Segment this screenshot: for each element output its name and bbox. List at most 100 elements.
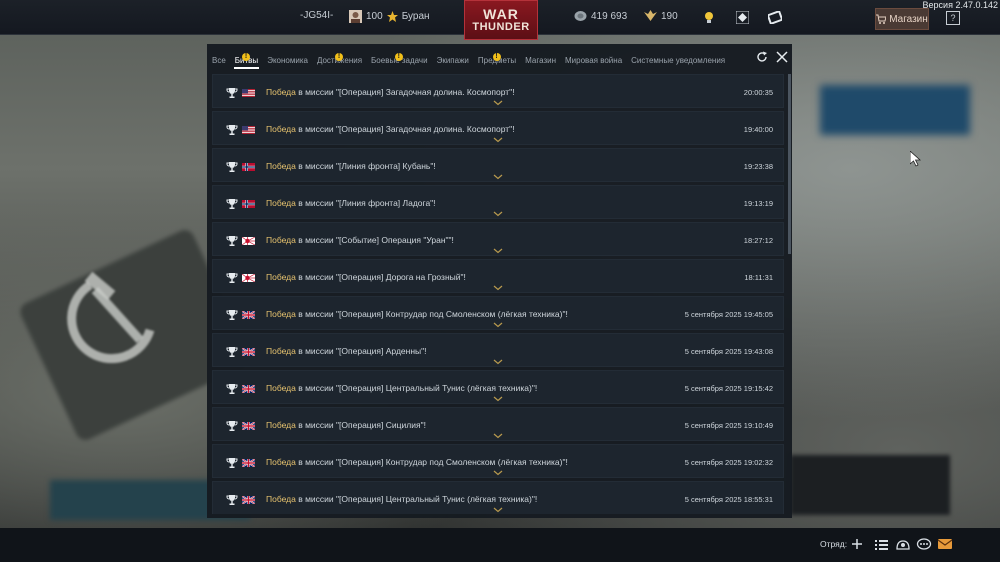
flag-usa-icon	[242, 126, 255, 134]
cart-icon	[876, 14, 887, 24]
chevron-down-icon[interactable]	[493, 322, 503, 328]
notification-text: Победа в миссии "[Событие] Операция "Ура…	[266, 235, 454, 245]
trophy-icon	[226, 347, 238, 357]
chevron-down-icon[interactable]	[493, 359, 503, 365]
silver-lions[interactable]: 419 693	[574, 10, 627, 22]
victory-label: Победа	[266, 457, 296, 467]
squad-label: Отряд:	[820, 539, 848, 549]
victory-label: Победа	[266, 309, 296, 319]
golden-eagle-icon	[386, 11, 398, 22]
notification-time: 19:13:19	[743, 199, 773, 208]
mission-text: в миссии "[Операция] Загадочная долина. …	[295, 87, 515, 97]
victory-label: Победа	[266, 383, 296, 393]
chevron-down-icon[interactable]	[493, 507, 503, 513]
notification-time: 5 сентября 2025 19:43:08	[684, 347, 773, 356]
mission-text: в миссии "[Операция] Контрудар под Смоле…	[295, 457, 568, 467]
chevron-down-icon[interactable]	[493, 174, 503, 180]
rp-wings-icon	[644, 10, 657, 21]
flag-japan-icon	[242, 274, 255, 282]
tab-crews[interactable]: Экипажи	[432, 56, 473, 70]
notification-row[interactable]: Победа в миссии "[Операция] Дорога на Гр…	[212, 259, 784, 293]
contacts-icon[interactable]	[895, 537, 911, 551]
victory-label: Победа	[266, 198, 296, 208]
flag-uk-icon	[242, 348, 255, 356]
bottom-bar: Отряд:	[0, 528, 1000, 562]
flag-norway-icon	[242, 163, 255, 171]
rp-count: 190	[661, 10, 678, 22]
notification-row[interactable]: Победа в миссии "[Операция] Контрудар по…	[212, 296, 784, 330]
chat-icon[interactable]	[916, 537, 932, 551]
notification-text: Победа в миссии "[Операция] Загадочная д…	[266, 124, 515, 134]
victory-label: Победа	[266, 420, 296, 430]
ticket-icon[interactable]	[768, 11, 782, 24]
notification-row[interactable]: Победа в миссии "[Событие] Операция "Ура…	[212, 222, 784, 256]
tab-achievements[interactable]: !Достижения	[312, 53, 366, 70]
mail-icon[interactable]	[937, 537, 953, 551]
notification-row[interactable]: Победа в миссии "[Операция] Центральный …	[212, 370, 784, 404]
notification-text: Победа в миссии "[Операция] Центральный …	[266, 494, 537, 504]
flag-uk-icon	[242, 496, 255, 504]
logo-war: WAR	[483, 5, 519, 22]
notification-time: 5 сентября 2025 18:55:31	[684, 495, 773, 504]
close-icon[interactable]	[775, 50, 789, 64]
chevron-down-icon[interactable]	[493, 470, 503, 476]
tab-items[interactable]: !Предметы	[473, 53, 520, 70]
notification-row[interactable]: Победа в миссии "[Операция] Центральный …	[212, 481, 784, 514]
notification-text: Победа в миссии "[Операция] Центральный …	[266, 383, 537, 393]
victory-label: Победа	[266, 161, 296, 171]
flag-usa-icon	[242, 89, 255, 97]
tab-battles[interactable]: !Битвы	[230, 53, 262, 70]
help-button[interactable]: ?	[946, 11, 960, 25]
add-squad-icon[interactable]	[849, 537, 865, 551]
tab-world-war[interactable]: Мировая война	[560, 56, 626, 70]
diamond-icon[interactable]	[736, 11, 749, 24]
tabs-bar: Все !Битвы Экономика !Достижения !Боевые…	[207, 44, 792, 70]
mission-text: в миссии "[Операция] Арденны"!	[295, 346, 427, 356]
notification-row[interactable]: Победа в миссии "[Операция] Контрудар по…	[212, 444, 784, 478]
tab-shop[interactable]: Магазин	[520, 56, 560, 70]
mission-text: в миссии "[Операция] Сицилия"!	[295, 420, 426, 430]
chevron-down-icon[interactable]	[493, 211, 503, 217]
shop-button[interactable]: Магазин	[875, 8, 929, 30]
chevron-down-icon[interactable]	[493, 100, 503, 106]
refresh-icon[interactable]	[755, 50, 769, 64]
trophy-icon	[226, 236, 238, 246]
chevron-down-icon[interactable]	[493, 137, 503, 143]
notification-row[interactable]: Победа в миссии "[Операция] Загадочная д…	[212, 74, 784, 108]
shop-label: Магазин	[889, 13, 928, 25]
notification-time: 19:40:00	[743, 125, 773, 134]
tab-all-label: Все	[212, 56, 226, 65]
tab-system-notifications[interactable]: Системные уведомления	[626, 56, 729, 70]
alert-badge: !	[241, 53, 250, 61]
chevron-down-icon[interactable]	[493, 433, 503, 439]
flag-uk-icon	[242, 311, 255, 319]
flag-uk-icon	[242, 422, 255, 430]
top-bar: -JG54I- 100 Буран WAR THUNDER 419 693 19…	[0, 0, 1000, 40]
lightbulb-icon[interactable]	[704, 11, 714, 24]
mission-text: в миссии "[Операция] Центральный Тунис (…	[295, 494, 538, 504]
player-tag[interactable]: -JG54I-	[300, 10, 333, 21]
silver-lions-icon	[574, 11, 587, 21]
tab-all[interactable]: Все	[207, 56, 230, 70]
notifications-panel: Все !Битвы Экономика !Достижения !Боевые…	[207, 44, 792, 518]
notification-row[interactable]: Победа в миссии "[Линия фронта] Ладога"!…	[212, 185, 784, 219]
flag-uk-icon	[242, 459, 255, 467]
tab-battle-tasks[interactable]: ! Боевые задачи	[366, 53, 432, 70]
notification-row[interactable]: Победа в миссии "[Операция] Арденны"! 5 с…	[212, 333, 784, 367]
profile-area[interactable]: 100 Буран	[349, 10, 430, 23]
notification-time: 5 сентября 2025 19:02:32	[684, 458, 773, 467]
flag-japan-icon	[242, 237, 255, 245]
list-icon[interactable]	[873, 537, 889, 551]
research-points[interactable]: 190	[644, 10, 678, 22]
chevron-down-icon[interactable]	[493, 396, 503, 402]
chevron-down-icon[interactable]	[493, 285, 503, 291]
tab-shop-label: Магазин	[525, 56, 556, 65]
chevron-down-icon[interactable]	[493, 248, 503, 254]
notification-row[interactable]: Победа в миссии "[Операция] Загадочная д…	[212, 111, 784, 145]
tab-economy[interactable]: Экономика	[262, 56, 312, 70]
victory-label: Победа	[266, 124, 296, 134]
scrollbar[interactable]	[788, 74, 791, 254]
notification-row[interactable]: Победа в миссии "[Операция] Сицилия"! 5 с…	[212, 407, 784, 441]
notification-row[interactable]: Победа в миссии "[Линия фронта] Кубань"!…	[212, 148, 784, 182]
trophy-icon	[226, 88, 238, 98]
